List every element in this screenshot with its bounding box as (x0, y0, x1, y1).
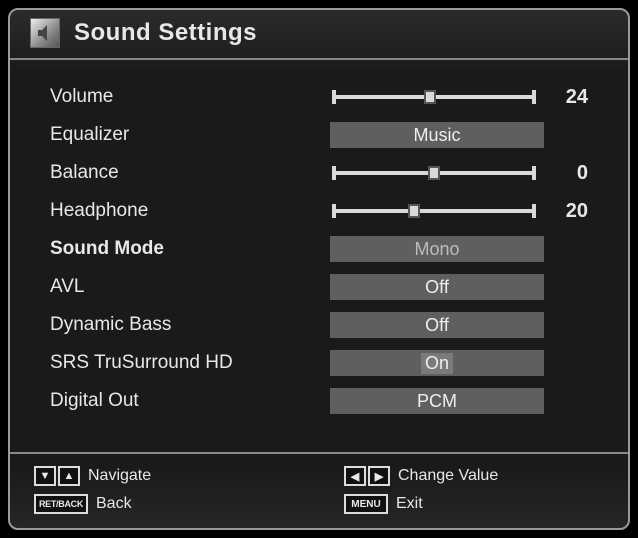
volume-slider-control[interactable]: 24 (330, 86, 588, 109)
equalizer-select[interactable]: Music (330, 122, 544, 148)
row-avl[interactable]: AVL Off (50, 272, 588, 302)
srs-select[interactable]: On (330, 350, 544, 376)
label-balance: Balance (50, 162, 330, 184)
balance-value: 0 (554, 162, 588, 185)
label-digital-out: Digital Out (50, 390, 330, 412)
hint-change-value: ◀ ▶ Change Value (344, 466, 604, 486)
row-balance[interactable]: Balance 0 (50, 158, 588, 188)
hint-exit: MENU Exit (344, 494, 604, 514)
settings-list: Volume 24 Equalizer Music Balance (10, 60, 628, 452)
key-up-icon: ▲ (58, 466, 80, 486)
row-sound-mode[interactable]: Sound Mode Mono (50, 234, 588, 264)
volume-value: 24 (554, 86, 588, 109)
row-srs[interactable]: SRS TruSurround HD On (50, 348, 588, 378)
row-equalizer[interactable]: Equalizer Music (50, 120, 588, 150)
headphone-slider-knob[interactable] (408, 204, 420, 218)
hint-back-label: Back (96, 495, 132, 513)
label-equalizer: Equalizer (50, 124, 330, 146)
label-headphone: Headphone (50, 200, 330, 222)
row-headphone[interactable]: Headphone 20 (50, 196, 588, 226)
sound-settings-icon (30, 18, 60, 48)
label-sound-mode: Sound Mode (50, 238, 330, 260)
label-srs: SRS TruSurround HD (50, 352, 330, 374)
panel-header: Sound Settings (10, 10, 628, 60)
footer-hints: ▼ ▲ Navigate RET/BACK Back ◀ ▶ Change Va… (10, 452, 628, 528)
key-left-icon: ◀ (344, 466, 366, 486)
row-digital-out[interactable]: Digital Out PCM (50, 386, 588, 416)
dynamic-bass-select[interactable]: Off (330, 312, 544, 338)
key-right-icon: ▶ (368, 466, 390, 486)
volume-slider-knob[interactable] (424, 90, 436, 104)
headphone-slider[interactable] (332, 209, 536, 213)
label-avl: AVL (50, 276, 330, 298)
key-retback: RET/BACK (34, 494, 88, 514)
hint-exit-label: Exit (396, 495, 423, 513)
sound-mode-select[interactable]: Mono (330, 236, 544, 262)
balance-slider-knob[interactable] (428, 166, 440, 180)
hint-navigate: ▼ ▲ Navigate (34, 466, 294, 486)
balance-slider[interactable] (332, 171, 536, 175)
label-volume: Volume (50, 86, 330, 108)
digital-out-select[interactable]: PCM (330, 388, 544, 414)
key-down-icon: ▼ (34, 466, 56, 486)
headphone-slider-control[interactable]: 20 (330, 200, 588, 223)
sound-settings-panel: Sound Settings Volume 24 Equalizer Music… (8, 8, 630, 530)
avl-select[interactable]: Off (330, 274, 544, 300)
label-dynamic-bass: Dynamic Bass (50, 314, 330, 336)
panel-title: Sound Settings (74, 19, 257, 47)
balance-slider-control[interactable]: 0 (330, 162, 588, 185)
hint-change-value-label: Change Value (398, 467, 498, 485)
row-dynamic-bass[interactable]: Dynamic Bass Off (50, 310, 588, 340)
row-volume[interactable]: Volume 24 (50, 82, 588, 112)
hint-back: RET/BACK Back (34, 494, 294, 514)
key-menu: MENU (344, 494, 388, 514)
headphone-value: 20 (554, 200, 588, 223)
volume-slider[interactable] (332, 95, 536, 99)
hint-navigate-label: Navigate (88, 467, 151, 485)
